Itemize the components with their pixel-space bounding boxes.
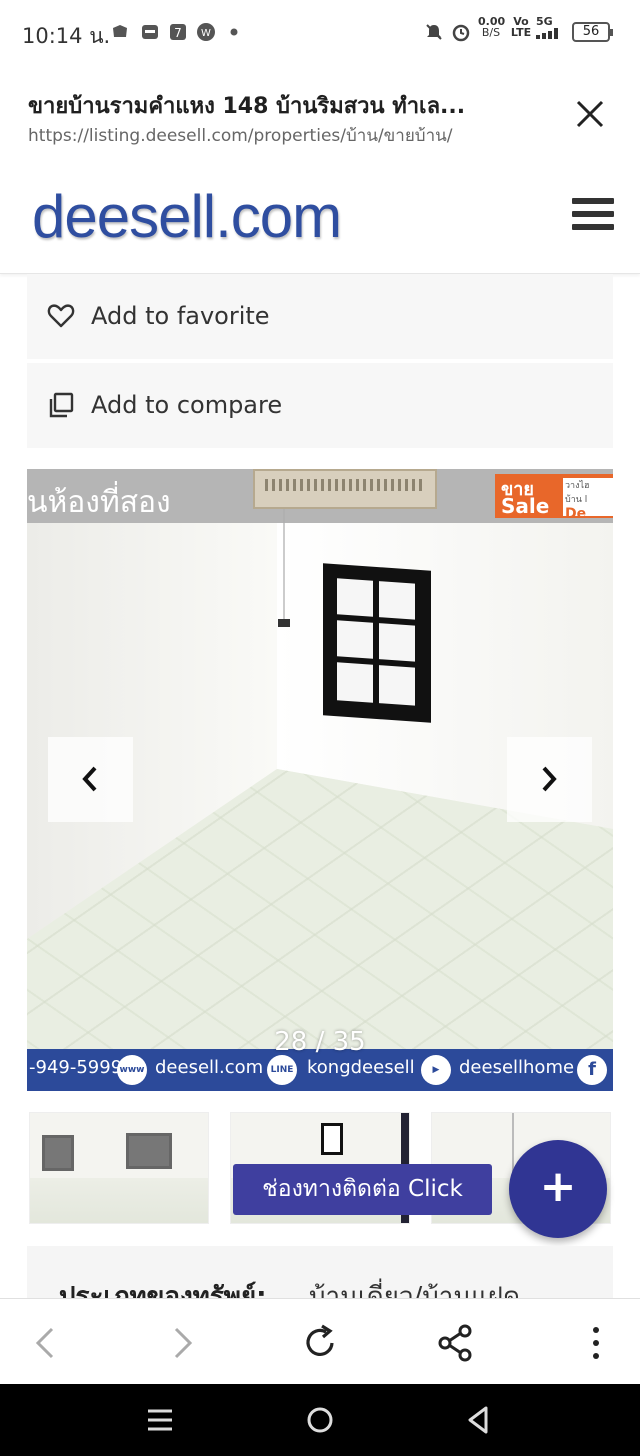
signal-5g: 5G	[536, 16, 566, 41]
close-icon[interactable]	[570, 94, 610, 134]
gallery-prev-button[interactable]	[48, 737, 133, 822]
property-type-value[interactable]: บ้านเดี่ยว/บ้านแฝด	[309, 1276, 520, 1298]
youtube-icon: ▶	[421, 1055, 451, 1085]
seven-eleven-app-icon: 7	[170, 24, 186, 40]
home-icon[interactable]	[304, 1404, 336, 1436]
chevron-left-icon	[82, 766, 97, 792]
photo-gallery[interactable]: นห้องที่สอง ขาย Sale วางไฮ บ้าน l De -949-…	[27, 469, 613, 1091]
favorite-label: Add to favorite	[91, 302, 270, 330]
page-url[interactable]: https://listing.deesell.com/properties/บ…	[28, 122, 548, 149]
site-header: deesell.com	[0, 164, 640, 274]
gallery-counter: 28 / 35	[274, 1027, 366, 1057]
line-icon: LINE	[267, 1055, 297, 1085]
svg-text:W: W	[201, 28, 211, 39]
contact-channel-button[interactable]: ช่องทางติดต่อ Click	[233, 1164, 492, 1215]
status-time: 10:14 น.	[22, 24, 111, 48]
page-title: ขายบ้านรามคำแหง 148 บ้านริมสวน ทำเล...	[28, 94, 466, 119]
hamburger-menu-icon[interactable]	[572, 198, 614, 234]
alarm-icon	[452, 24, 470, 42]
share-icon[interactable]	[434, 1321, 478, 1365]
compare-label: Add to compare	[91, 391, 283, 419]
back-triangle-icon[interactable]	[462, 1404, 494, 1436]
add-fab-button[interactable]: +	[509, 1140, 607, 1238]
air-conditioner	[253, 469, 437, 509]
add-to-favorite-button[interactable]: Add to favorite	[27, 274, 613, 359]
facebook-icon: f	[577, 1055, 607, 1085]
svg-text:7: 7	[174, 26, 182, 40]
more-notifications-dot-icon	[230, 28, 238, 36]
android-nav-bar	[0, 1384, 640, 1456]
mute-notifications-icon	[426, 24, 442, 40]
www-icon: www	[117, 1055, 147, 1085]
room-window	[323, 563, 431, 723]
property-type-label: ประเภทของทรัพย์:	[59, 1282, 267, 1298]
reload-icon[interactable]	[298, 1321, 342, 1365]
chevron-right-icon	[542, 766, 557, 792]
plus-icon: +	[539, 1161, 577, 1212]
net-speed: 0.00 B/S	[478, 15, 506, 39]
wall-outlet	[278, 619, 290, 627]
signal-strength-icon	[536, 28, 558, 39]
custom-tab-header: ขายบ้านรามคำแหง 148 บ้านริมสวน ทำเล... h…	[0, 64, 640, 164]
gallery-thumbnail[interactable]	[29, 1112, 209, 1224]
back-arrow-icon[interactable]	[24, 1321, 68, 1365]
add-to-compare-button[interactable]: Add to compare	[27, 363, 613, 448]
notification-app-icon	[113, 25, 127, 37]
heart-icon	[47, 304, 75, 328]
wallet-app-icon	[142, 25, 158, 39]
site-logo[interactable]: deesell.com	[32, 182, 342, 251]
battery-indicator: 56	[572, 22, 613, 42]
photo-caption: นห้องที่สอง	[27, 485, 171, 520]
w-app-icon: W	[197, 23, 215, 41]
status-bar: 10:14 น. 7 W 0.00 B/S Vo LTE 5G 56	[0, 0, 640, 64]
sale-badge: ขาย Sale วางไฮ บ้าน l De	[495, 474, 613, 522]
more-vertical-icon[interactable]	[574, 1321, 618, 1365]
property-type-row: ประเภทของทรัพย์: บ้านเดี่ยว/บ้านแฝด	[27, 1246, 613, 1298]
forward-arrow-icon[interactable]	[160, 1321, 204, 1365]
copy-compare-icon	[49, 392, 74, 418]
gallery-next-button[interactable]	[507, 737, 592, 822]
volte-indicator: Vo LTE	[510, 15, 532, 39]
recent-apps-icon[interactable]	[144, 1404, 176, 1436]
browser-toolbar	[0, 1298, 640, 1384]
